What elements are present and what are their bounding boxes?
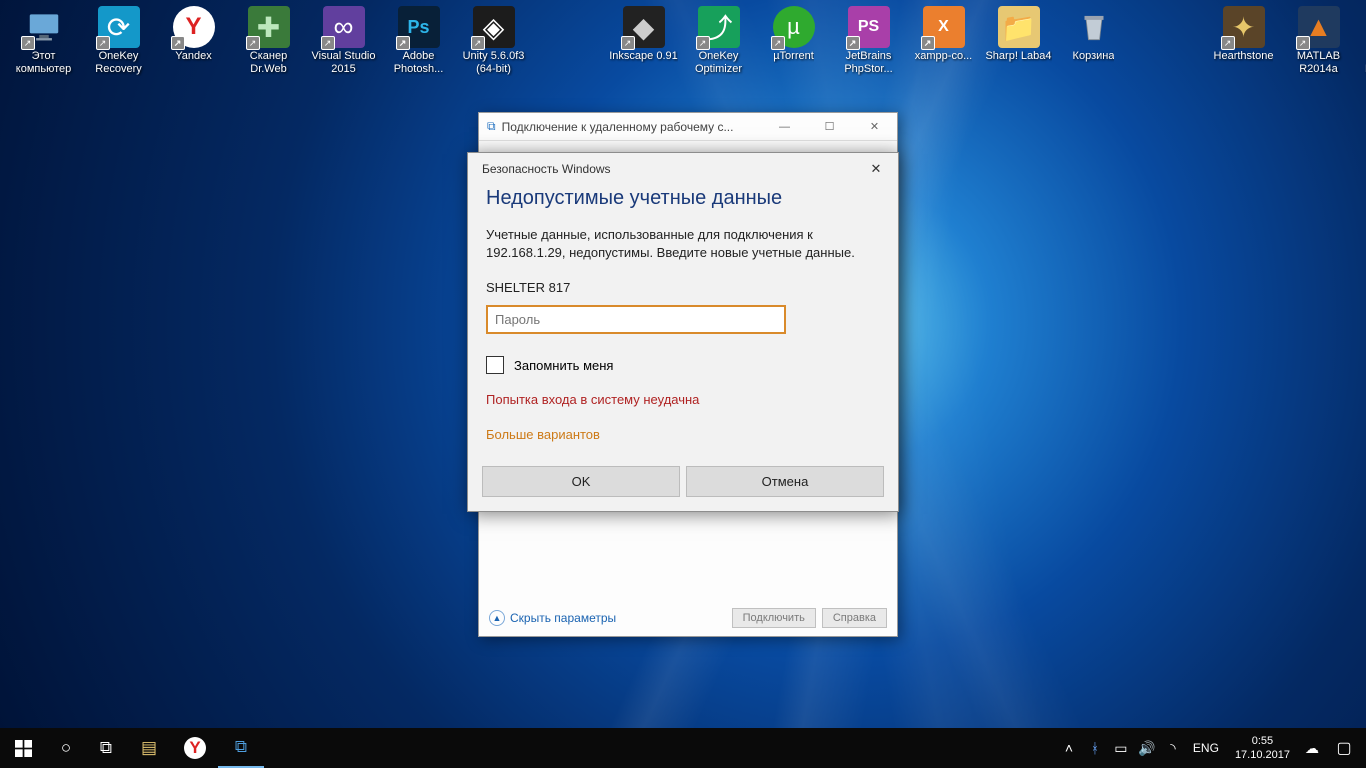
photoshop-icon: Ps↗ xyxy=(398,6,440,48)
action-center-button[interactable]: ▢ xyxy=(1326,738,1362,758)
hearthstone-icon: ✦↗ xyxy=(1223,6,1265,48)
optimizer-icon: ⤴↗ xyxy=(698,6,740,48)
desktop-icon-label: Корзина xyxy=(1073,50,1115,63)
search-icon: ○ xyxy=(61,738,71,758)
windows-logo-icon xyxy=(15,740,32,757)
chevron-up-icon: ▲ xyxy=(489,610,505,626)
desktop-icon-sharp-laba5[interactable]: W Sharp! Laba5.docx xyxy=(1356,4,1366,94)
desktop-icon-inkscape[interactable]: ◆↗ Inkscape 0.91 xyxy=(606,4,681,94)
desktop-icon-label: Visual Studio 2015 xyxy=(307,50,381,76)
desktop-icon-this-pc[interactable]: ↗ Этот компьютер xyxy=(6,4,81,94)
inkscape-icon: ◆↗ xyxy=(623,6,665,48)
system-tray: ˄ ᚼ ▭ 🔊 ◝ ENG 0:55 17.10.2017 ☁ ▢ xyxy=(1057,734,1366,762)
rdp-title: Подключение к удаленному рабочему с... xyxy=(502,120,734,134)
connect-button[interactable]: Подключить xyxy=(732,608,816,628)
hide-params-label: Скрыть параметры xyxy=(510,611,616,625)
start-button[interactable] xyxy=(0,728,46,768)
desktop-icon-yandex[interactable]: Y↗ Yandex xyxy=(156,4,231,94)
unity-icon: ◈↗ xyxy=(473,6,515,48)
xampp-icon: X↗ xyxy=(923,6,965,48)
phpstorm-icon: PS↗ xyxy=(848,6,890,48)
task-view-icon: ⧉ xyxy=(100,738,112,758)
taskbar-app-rdp[interactable]: ⧉ xyxy=(218,728,264,768)
cancel-button[interactable]: Отмена xyxy=(686,466,884,497)
utorrent-icon: µ↗ xyxy=(773,6,815,48)
desktop-icon-label: JetBrains PhpStor... xyxy=(832,50,906,76)
maximize-button[interactable]: ☐ xyxy=(807,113,852,141)
desktop-icon-label: OneKey Recovery xyxy=(82,50,156,76)
desktop-icon-onekey-recovery[interactable]: ⟳↗ OneKey Recovery xyxy=(81,4,156,94)
desktop-icon-label: Hearthstone xyxy=(1214,50,1274,63)
desktop-icon-unity[interactable]: ◈↗ Unity 5.6.0f3 (64-bit) xyxy=(456,4,531,94)
desktop-icon-label: Unity 5.6.0f3 (64-bit) xyxy=(457,50,531,76)
desktop-icon-onekey-optimizer[interactable]: ⤴↗ OneKey Optimizer xyxy=(681,4,756,94)
tray-language[interactable]: ENG xyxy=(1187,741,1225,755)
security-heading: Недопустимые учетные данные xyxy=(486,187,880,210)
desktop-icon-label: Inkscape 0.91 xyxy=(609,50,678,63)
matlab-icon: ▲↗ xyxy=(1298,6,1340,48)
security-message: Учетные данные, использованные для подкл… xyxy=(486,226,880,262)
desktop-icon-utorrent[interactable]: µ↗ µTorrent xyxy=(756,4,831,94)
login-error-text: Попытка входа в систему неудачна xyxy=(486,392,880,407)
pc-icon: ↗ xyxy=(23,6,65,48)
desktop-icon-label: Сканер Dr.Web xyxy=(232,50,306,76)
tray-onedrive-icon[interactable]: ☁ xyxy=(1300,740,1324,757)
desktop-icon-recycle-bin[interactable]: Корзина xyxy=(1056,4,1131,94)
security-user: SHELTER 817 xyxy=(486,280,880,295)
desktop-icon-vs2015[interactable]: ∞↗ Visual Studio 2015 xyxy=(306,4,381,94)
desktop-icon-sharp-laba4[interactable]: 📁 Sharp! Laba4 xyxy=(981,4,1056,94)
desktop-icon-xampp[interactable]: X↗ xampp-co... xyxy=(906,4,981,94)
hide-params-toggle[interactable]: ▲ Скрыть параметры xyxy=(489,610,616,626)
recovery-icon: ⟳↗ xyxy=(98,6,140,48)
desktop-icon-label: MATLAB R2014a xyxy=(1282,50,1356,76)
desktop-icon-label: Этот компьютер xyxy=(7,50,81,76)
desktop-icon-drweb[interactable]: ✚↗ Сканер Dr.Web xyxy=(231,4,306,94)
tray-battery-icon[interactable]: ▭ xyxy=(1109,740,1133,757)
more-options-link[interactable]: Больше вариантов xyxy=(486,427,880,442)
tray-clock[interactable]: 0:55 17.10.2017 xyxy=(1227,734,1298,762)
remember-me-row[interactable]: Запомнить меня xyxy=(486,356,880,374)
tray-time: 0:55 xyxy=(1235,734,1290,748)
folder-icon: 📁 xyxy=(998,6,1040,48)
recycle-bin-icon xyxy=(1073,6,1115,48)
taskbar: ○ ⧉ ▤ Y ⧉ ˄ ᚼ ▭ 🔊 ◝ ENG 0:55 17.10.2017 … xyxy=(0,728,1366,768)
desktop-icon-label: Sharp! Laba5.docx xyxy=(1357,50,1366,76)
taskbar-app-yandex[interactable]: Y xyxy=(172,728,218,768)
desktop-icon-matlab[interactable]: ▲↗ MATLAB R2014a xyxy=(1281,4,1356,94)
yandex-icon: Y↗ xyxy=(173,6,215,48)
remember-me-label: Запомнить меня xyxy=(514,358,613,373)
checkbox-icon[interactable] xyxy=(486,356,504,374)
tray-chevron-up-icon[interactable]: ˄ xyxy=(1057,740,1081,756)
desktop-icon-label: Yandex xyxy=(175,50,212,63)
desktop-icon-phpstorm[interactable]: PS↗ JetBrains PhpStor... xyxy=(831,4,906,94)
shield-icon: ✚↗ xyxy=(248,6,290,48)
tray-bluetooth-icon[interactable]: ᚼ xyxy=(1083,740,1107,756)
security-title: Безопасность Windows xyxy=(482,162,611,176)
close-button[interactable]: ✕ xyxy=(854,153,898,185)
desktop-icon-hearthstone[interactable]: ✦↗ Hearthstone xyxy=(1206,4,1281,94)
visualstudio-icon: ∞↗ xyxy=(323,6,365,48)
ok-button[interactable]: OK xyxy=(482,466,680,497)
help-button[interactable]: Справка xyxy=(822,608,887,628)
close-button[interactable]: ✕ xyxy=(852,113,897,141)
desktop-icon-label: xampp-co... xyxy=(915,50,972,63)
windows-security-dialog: Безопасность Windows ✕ Недопустимые учет… xyxy=(467,152,899,512)
task-view-button[interactable]: ⧉ xyxy=(86,728,126,768)
desktop-icon-label: µTorrent xyxy=(773,50,814,63)
search-button[interactable]: ○ xyxy=(46,728,86,768)
tray-volume-icon[interactable]: 🔊 xyxy=(1135,740,1159,757)
desktop-icon-label: OneKey Optimizer xyxy=(682,50,756,76)
minimize-button[interactable]: — xyxy=(762,113,807,141)
tray-date: 17.10.2017 xyxy=(1235,748,1290,762)
rdp-titlebar[interactable]: ⧉ Подключение к удаленному рабочему с...… xyxy=(479,113,897,141)
tray-wifi-icon[interactable]: ◝ xyxy=(1161,740,1185,757)
security-titlebar[interactable]: Безопасность Windows ✕ xyxy=(468,153,898,185)
taskbar-app-explorer[interactable]: ▤ xyxy=(126,728,172,768)
rdp-bottom-bar: ▲ Скрыть параметры Подключить Справка xyxy=(489,608,887,628)
password-input[interactable] xyxy=(486,305,786,334)
desktop-icon-photoshop[interactable]: Ps↗ Adobe Photosh... xyxy=(381,4,456,94)
rdp-icon: ⧉ xyxy=(487,119,496,134)
desktop-icon-label: Sharp! Laba4 xyxy=(985,50,1051,63)
desktop-icon-label: Adobe Photosh... xyxy=(382,50,456,76)
